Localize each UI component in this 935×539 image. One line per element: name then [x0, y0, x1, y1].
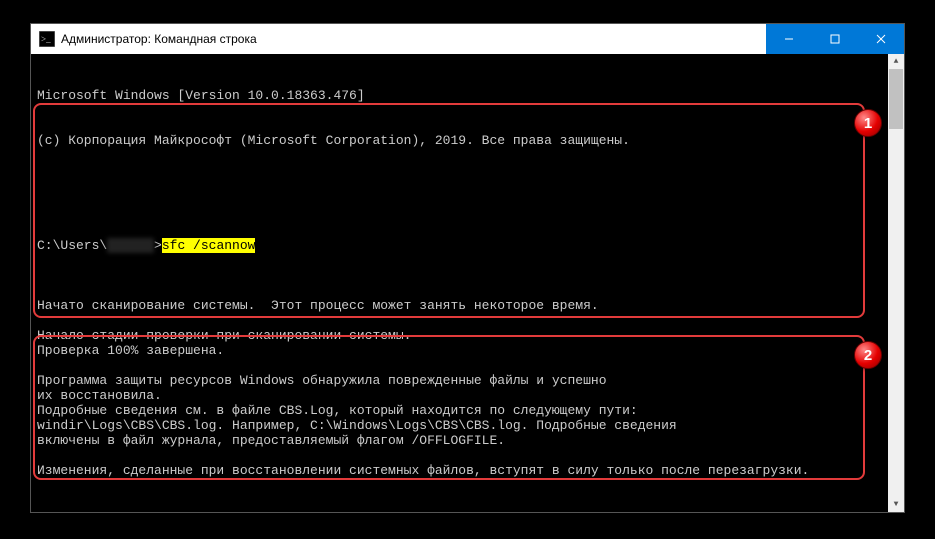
- output-line: включены в файл журнала, предоставляемый…: [37, 433, 882, 448]
- prompt-line-1: C:\Users\ >sfc /scannow: [37, 238, 882, 253]
- scroll-up-arrow[interactable]: ▲: [888, 54, 904, 69]
- maximize-button[interactable]: [812, 24, 858, 54]
- output-line: Проверка 100% завершена.: [37, 343, 882, 358]
- blank: [37, 178, 882, 193]
- output-line: Изменения, сделанные при восстановлении …: [37, 463, 882, 478]
- prompt-user-blurred: [107, 238, 154, 253]
- command-sfc: sfc /scannow: [162, 238, 256, 253]
- terminal-output[interactable]: Microsoft Windows [Version 10.0.18363.47…: [31, 54, 888, 512]
- prompt-prefix: C:\Users\: [37, 238, 107, 253]
- output-line: [37, 313, 882, 328]
- minimize-button[interactable]: [766, 24, 812, 54]
- output-line: Подробные сведения см. в файле CBS.Log, …: [37, 403, 882, 418]
- header-line-2: (c) Корпорация Майкрософт (Microsoft Cor…: [37, 133, 882, 148]
- command-prompt-window: >_ Администратор: Командная строка Micro…: [30, 23, 905, 513]
- titlebar[interactable]: >_ Администратор: Командная строка: [31, 24, 904, 54]
- scroll-thumb[interactable]: [889, 69, 903, 129]
- header-line-1: Microsoft Windows [Version 10.0.18363.47…: [37, 88, 882, 103]
- vertical-scrollbar[interactable]: ▲ ▼: [888, 54, 904, 512]
- close-button[interactable]: [858, 24, 904, 54]
- output-line: windir\Logs\CBS\CBS.log. Например, C:\Wi…: [37, 418, 882, 433]
- output-line: Начало стадии проверки при сканировании …: [37, 328, 882, 343]
- output-line: Начато сканирование системы. Этот процес…: [37, 298, 882, 313]
- output-line: их восстановила.: [37, 388, 882, 403]
- cmd-icon: >_: [39, 31, 55, 47]
- output-line: [37, 358, 882, 373]
- window-title: Администратор: Командная строка: [61, 32, 766, 46]
- output-line: [37, 448, 882, 463]
- terminal-client: Microsoft Windows [Version 10.0.18363.47…: [31, 54, 904, 512]
- svg-text:>_: >_: [41, 34, 51, 44]
- output-line: Программа защиты ресурсов Windows обнару…: [37, 373, 882, 388]
- output-line: [37, 283, 882, 298]
- scroll-down-arrow[interactable]: ▼: [888, 497, 904, 512]
- prompt-suffix: >: [154, 238, 162, 253]
